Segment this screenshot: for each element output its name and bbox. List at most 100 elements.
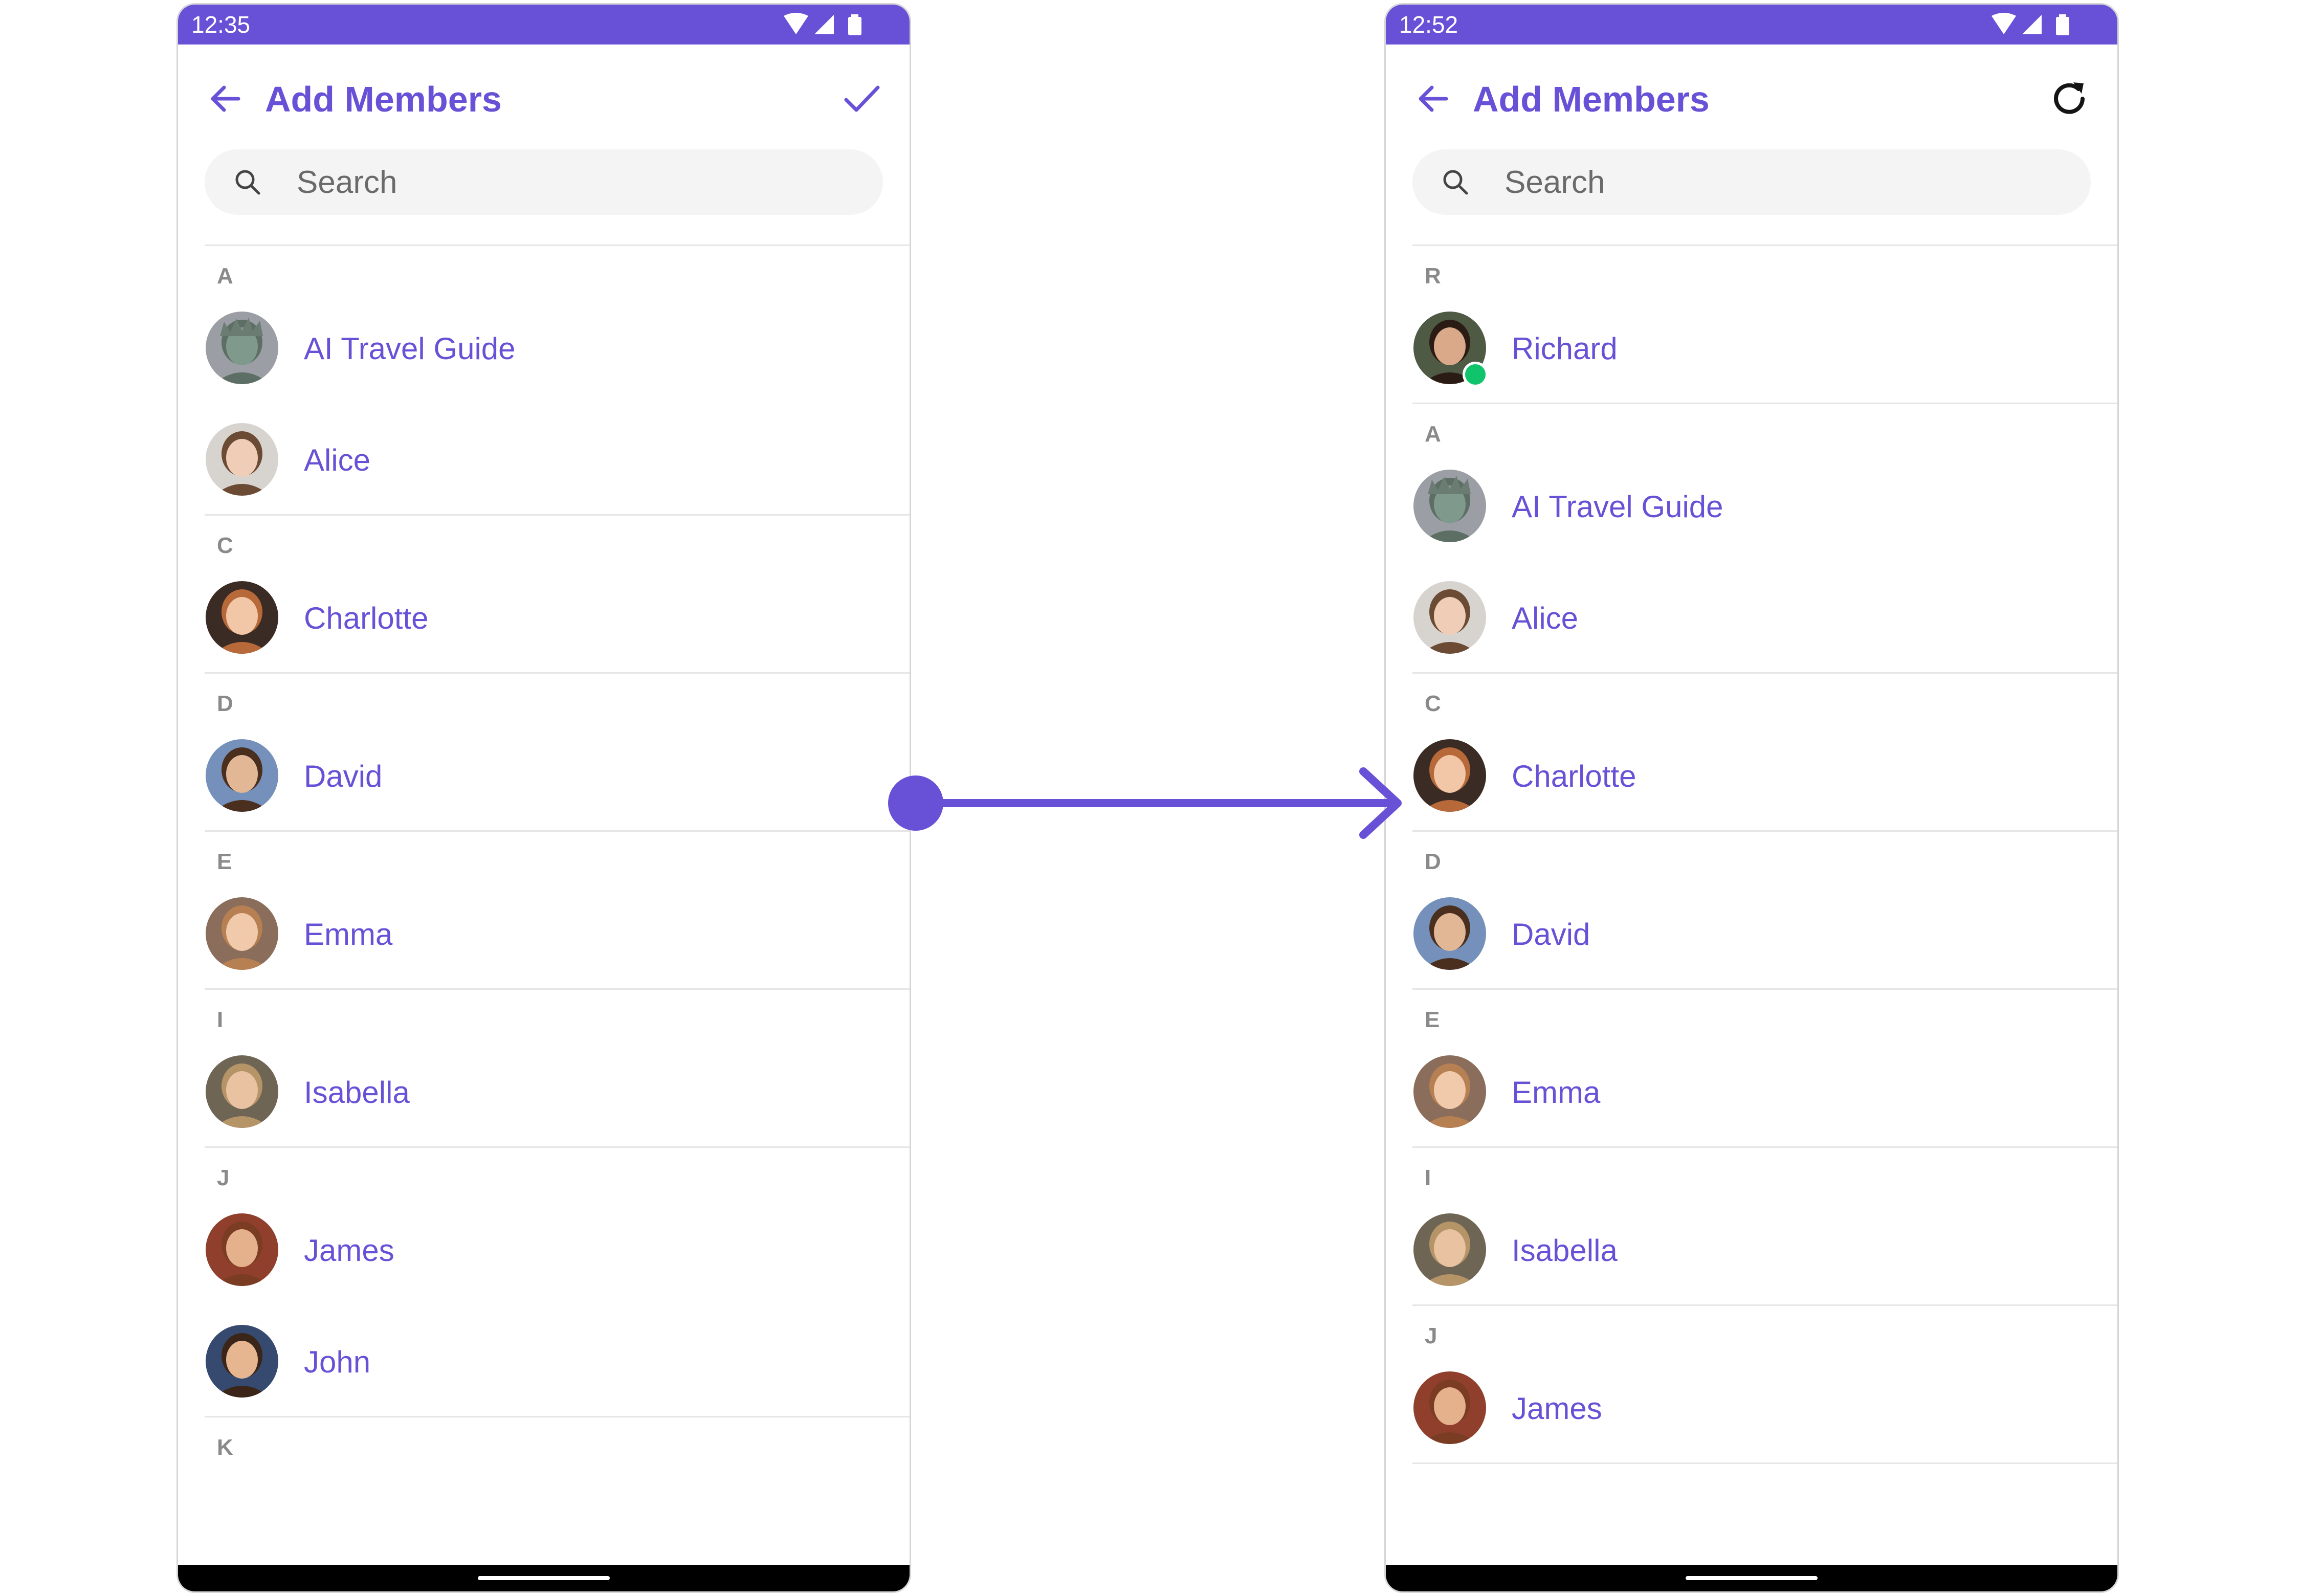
member-row[interactable]: David — [178, 719, 910, 830]
section-header-e: E — [217, 849, 232, 874]
member-row[interactable]: Charlotte — [1386, 719, 2117, 830]
member-name: Isabella — [1512, 1233, 1618, 1268]
page-title: Add Members — [1473, 79, 1710, 119]
john-avatar — [206, 1325, 278, 1398]
member-name: James — [304, 1233, 394, 1268]
member-row[interactable]: John — [178, 1304, 910, 1416]
ai-travel-guide-avatar — [206, 312, 278, 384]
member-name: Alice — [1512, 601, 1579, 635]
member-row[interactable]: Isabella — [1386, 1193, 2117, 1304]
ai-travel-guide-avatar — [1413, 470, 1486, 542]
member-name: Charlotte — [304, 601, 429, 635]
battery-icon — [848, 14, 861, 35]
divider — [1412, 830, 2117, 832]
search-bar[interactable] — [205, 149, 883, 215]
member-row[interactable]: James — [1386, 1351, 2117, 1462]
member-row[interactable]: Alice — [1386, 561, 2117, 672]
home-indicator[interactable] — [1686, 1576, 1818, 1580]
member-row[interactable]: David — [1386, 877, 2117, 988]
divider — [1412, 1304, 2117, 1306]
section-header-k: K — [217, 1435, 233, 1460]
member-name: Alice — [304, 443, 371, 477]
david-avatar — [206, 739, 278, 812]
search-input[interactable] — [297, 162, 757, 203]
search-input[interactable] — [1504, 162, 1965, 203]
member-row[interactable]: Charlotte — [178, 561, 910, 672]
status-bar: 12:52 — [1386, 5, 2117, 45]
section-header-e: E — [1425, 1007, 1440, 1032]
section-header-c: C — [1425, 691, 1441, 716]
status-icons — [1990, 13, 2077, 36]
divider — [205, 988, 910, 990]
search-icon — [235, 170, 260, 195]
charlotte-avatar — [206, 581, 278, 654]
status-time: 12:52 — [1399, 11, 1458, 38]
member-name: John — [304, 1345, 371, 1379]
member-row[interactable]: Emma — [1386, 1035, 2117, 1146]
member-row[interactable]: Richard — [1386, 291, 2117, 403]
section-header-r: R — [1425, 263, 1441, 289]
section-header-a: A — [217, 263, 233, 289]
member-name: AI Travel Guide — [1512, 490, 1723, 524]
search-bar[interactable] — [1412, 149, 2091, 215]
divider — [1412, 403, 2117, 404]
search-icon — [1443, 170, 1468, 195]
signal-icon — [814, 15, 834, 34]
divider — [1412, 672, 2117, 674]
member-row[interactable]: AI Travel Guide — [178, 291, 910, 403]
member-name: Isabella — [304, 1075, 410, 1110]
member-row[interactable]: Alice — [178, 403, 910, 514]
section-header-d: D — [1425, 849, 1441, 874]
back-button[interactable] — [1414, 80, 1451, 117]
member-name: AI Travel Guide — [304, 331, 516, 366]
member-row[interactable]: AI Travel Guide — [1386, 449, 2117, 561]
member-row[interactable]: James — [178, 1193, 910, 1304]
david-avatar — [1413, 897, 1486, 970]
wifi-icon — [1992, 13, 2016, 34]
charlotte-avatar — [1413, 739, 1486, 812]
isabella-avatar — [206, 1055, 278, 1128]
member-name: Emma — [304, 917, 393, 951]
section-header-c: C — [217, 533, 233, 558]
emma-avatar — [1413, 1055, 1486, 1128]
arrow-left-icon — [211, 85, 240, 112]
section-header-a: A — [1425, 422, 1441, 447]
arrow-left-icon — [1419, 85, 1448, 112]
member-list[interactable]: A AI Travel Guide Alice C Charlotte D David E Em… — [178, 246, 910, 1565]
member-name: Emma — [1512, 1075, 1601, 1110]
member-name: Charlotte — [1512, 759, 1636, 793]
online-status-indicator — [1463, 362, 1488, 387]
divider — [1412, 988, 2117, 990]
member-row[interactable]: Emma — [178, 877, 910, 988]
section-header-i: I — [1425, 1165, 1431, 1190]
divider — [205, 830, 910, 832]
refresh-icon — [2054, 82, 2085, 114]
status-time: 12:35 — [191, 11, 251, 38]
member-name: David — [1512, 917, 1590, 951]
app-bar: Add Members — [1386, 45, 2117, 137]
member-name: David — [304, 759, 383, 793]
divider — [205, 1416, 910, 1417]
divider — [205, 672, 910, 674]
section-header-d: D — [217, 691, 233, 716]
member-row[interactable]: Isabella — [178, 1035, 910, 1146]
check-icon — [844, 85, 880, 112]
flow-arrow-icon — [888, 767, 1402, 839]
member-list[interactable]: R Richard A AI Travel Guide Alice C Charlotte D… — [1386, 246, 2117, 1565]
battery-icon — [2056, 14, 2069, 35]
confirm-button[interactable] — [839, 76, 884, 121]
app-bar: Add Members — [178, 45, 910, 137]
system-nav-bar — [178, 1565, 910, 1591]
member-name: James — [1512, 1391, 1602, 1426]
refresh-button[interactable] — [2047, 76, 2092, 121]
isabella-avatar — [1413, 1213, 1486, 1286]
status-bar: 12:35 — [178, 5, 910, 45]
page-title: Add Members — [265, 79, 502, 119]
james-avatar — [206, 1213, 278, 1286]
james-avatar — [1413, 1371, 1486, 1444]
divider — [205, 514, 910, 516]
home-indicator[interactable] — [478, 1576, 610, 1580]
emma-avatar — [206, 897, 278, 970]
back-button[interactable] — [207, 80, 244, 117]
section-header-i: I — [217, 1007, 224, 1032]
